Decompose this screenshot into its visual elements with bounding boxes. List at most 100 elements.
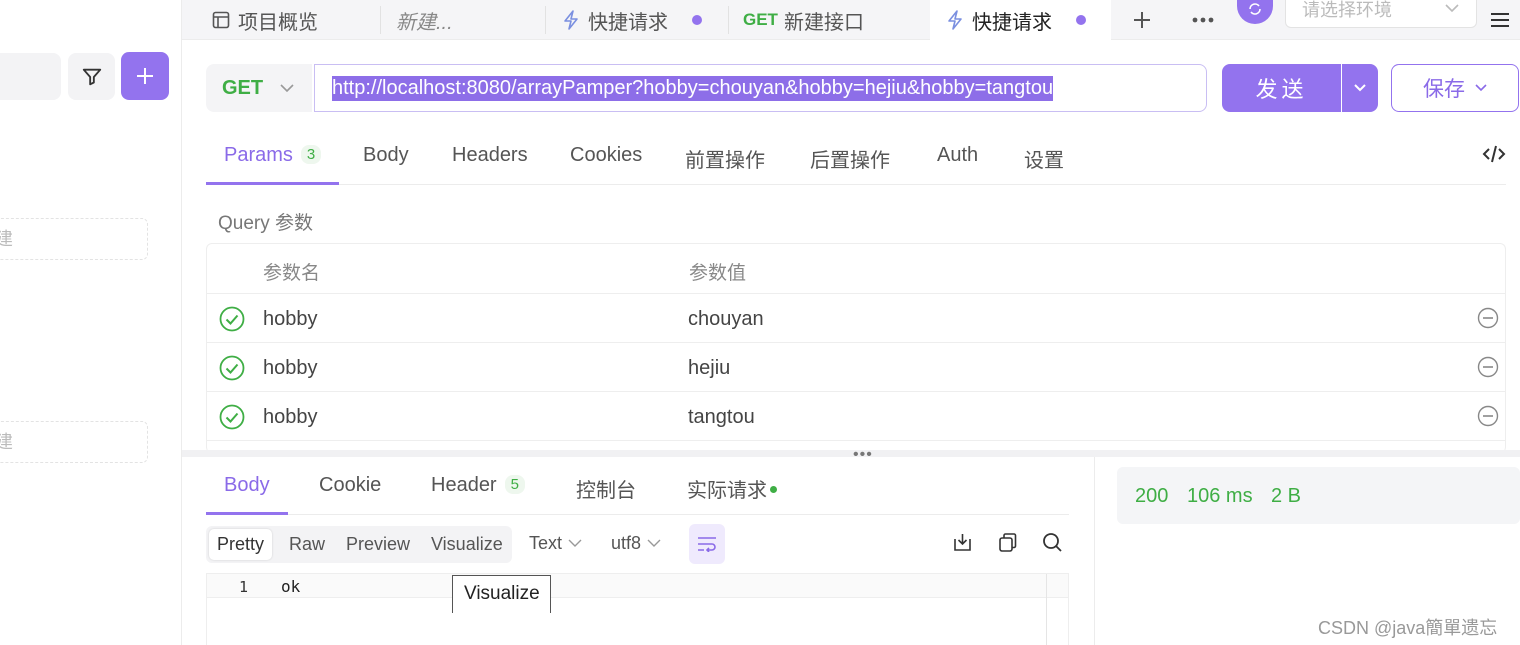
sidebar-search-input[interactable] (0, 53, 61, 100)
remove-row-button[interactable] (1477, 356, 1499, 384)
count-badge: 3 (300, 145, 322, 164)
line-number: 1 (239, 578, 249, 596)
tab-label: Header (431, 474, 497, 496)
tab-cookies[interactable]: Cookies (570, 144, 642, 185)
plus-icon (1134, 12, 1150, 28)
table-row: hobby chouyan (207, 294, 1505, 343)
view-pretty[interactable]: Pretty (209, 529, 273, 560)
sidebar-new-item[interactable]: 建 (0, 421, 148, 463)
tab-label: 新建... (396, 11, 453, 34)
method-label: GET (222, 76, 264, 99)
enabled-checkbox[interactable] (219, 355, 245, 387)
params-table: 参数名 参数值 hobby chouyan hobby hejiu hobby … (206, 243, 1506, 453)
table-header: 参数名 参数值 (207, 244, 1505, 294)
tab-headers[interactable]: Headers (452, 144, 528, 185)
send-button[interactable]: 发送 (1222, 64, 1341, 112)
param-name[interactable]: hobby (263, 406, 318, 429)
response-time: 106 ms (1187, 485, 1253, 507)
panel-resizer[interactable] (182, 450, 1520, 457)
method-select[interactable]: GET (206, 64, 312, 112)
view-raw[interactable]: Raw (281, 529, 333, 560)
tab-separator (728, 6, 729, 34)
response-editor[interactable]: 1 ok (206, 573, 1069, 645)
tab-quick-request[interactable]: 快捷请求 (562, 0, 702, 40)
encoding-select[interactable]: utf8 (611, 533, 661, 554)
search-icon (1043, 533, 1062, 552)
more-tabs-button[interactable] (1192, 0, 1214, 40)
new-tab-button[interactable] (1132, 0, 1152, 40)
menu-button[interactable] (1490, 0, 1510, 40)
unsaved-dot (1076, 15, 1086, 25)
tab-response-cookie[interactable]: Cookie (319, 474, 381, 515)
query-params-title: Query 参数 (218, 213, 314, 234)
view-mode-switch: Pretty Raw Preview Visualize (206, 526, 512, 563)
tab-post-operations[interactable]: 后置操作 (810, 144, 890, 185)
format-select[interactable]: Text (529, 533, 582, 554)
sync-icon (1249, 3, 1261, 15)
param-name[interactable]: hobby (263, 308, 318, 331)
request-tabs: Params 3 Body Headers Cookies 前置操作 后置操作 A… (206, 130, 1506, 185)
tab-settings[interactable]: 设置 (1024, 144, 1064, 185)
save-label: 保存 (1423, 78, 1465, 101)
filter-button[interactable] (68, 53, 115, 100)
check-circle-icon (219, 404, 245, 430)
more-icon (1192, 17, 1214, 23)
tab-params[interactable]: Params 3 (206, 144, 340, 185)
url-text: http://localhost:8080/arrayPamper?hobby=… (332, 75, 1054, 101)
tab-label: 快捷请求 (972, 11, 1052, 34)
tab-label: 新建接口 (783, 11, 864, 34)
copy-button[interactable] (997, 532, 1018, 558)
table-row: hobby hejiu (207, 343, 1505, 392)
chevron-down-icon (1445, 4, 1459, 13)
tab-project-overview[interactable]: 项目概览 (212, 0, 318, 40)
remove-row-button[interactable] (1477, 405, 1499, 433)
watermark: CSDN @java簡單遗忘 (1318, 618, 1498, 638)
url-input[interactable]: http://localhost:8080/arrayPamper?hobby=… (314, 64, 1207, 112)
tab-response-header[interactable]: Header 5 (431, 474, 525, 515)
environment-select[interactable]: 请选择环境 (1285, 0, 1477, 28)
check-circle-icon (219, 306, 245, 332)
tab-label: 实际请求 (687, 480, 767, 502)
param-value[interactable]: tangtou (688, 406, 755, 429)
chevron-down-icon (1475, 84, 1487, 92)
remove-row-button[interactable] (1477, 307, 1499, 335)
chevron-down-icon (280, 84, 294, 93)
view-preview[interactable]: Preview (338, 529, 418, 560)
param-value[interactable]: chouyan (688, 308, 764, 331)
status-dot (770, 486, 777, 493)
minus-circle-icon (1477, 356, 1499, 378)
tab-console[interactable]: 控制台 (576, 474, 636, 515)
sync-button[interactable] (1237, 0, 1273, 24)
tab-auth[interactable]: Auth (937, 144, 978, 185)
response-status: 200 106 ms 2 B (1117, 467, 1520, 524)
param-name[interactable]: hobby (263, 357, 318, 380)
sidebar-new-item[interactable]: 建 (0, 218, 148, 260)
tab-body[interactable]: Body (363, 144, 409, 185)
tab-pre-operations[interactable]: 前置操作 (685, 144, 765, 185)
tab-new[interactable]: 新建... (396, 0, 453, 40)
tab-quick-request-active[interactable]: 快捷请求 (930, 0, 1111, 40)
tab-actual-request[interactable]: 实际请求 (687, 474, 777, 515)
save-button[interactable]: 保存 (1391, 64, 1519, 112)
search-button[interactable] (1042, 532, 1063, 558)
word-wrap-toggle[interactable] (689, 524, 725, 564)
minus-circle-icon (1477, 307, 1499, 329)
tab-new-endpoint[interactable]: GET 新建接口 (743, 0, 864, 40)
check-circle-icon (219, 355, 245, 381)
download-icon (954, 534, 971, 551)
add-button[interactable] (121, 52, 169, 100)
send-options-button[interactable] (1342, 64, 1378, 112)
param-value[interactable]: hejiu (688, 357, 730, 380)
enabled-checkbox[interactable] (219, 404, 245, 436)
tab-label: 快捷请求 (588, 11, 668, 34)
editor-scrollbar[interactable] (1046, 574, 1047, 645)
code-button[interactable] (1482, 144, 1506, 169)
chevron-down-icon (1354, 84, 1366, 92)
count-badge: 5 (504, 475, 525, 494)
download-button[interactable] (952, 532, 973, 558)
tab-response-body[interactable]: Body (206, 474, 288, 515)
environment-placeholder: 请选择环境 (1302, 0, 1392, 20)
enabled-checkbox[interactable] (219, 306, 245, 338)
view-visualize[interactable]: Visualize (423, 529, 511, 560)
response-size: 2 B (1271, 485, 1302, 507)
